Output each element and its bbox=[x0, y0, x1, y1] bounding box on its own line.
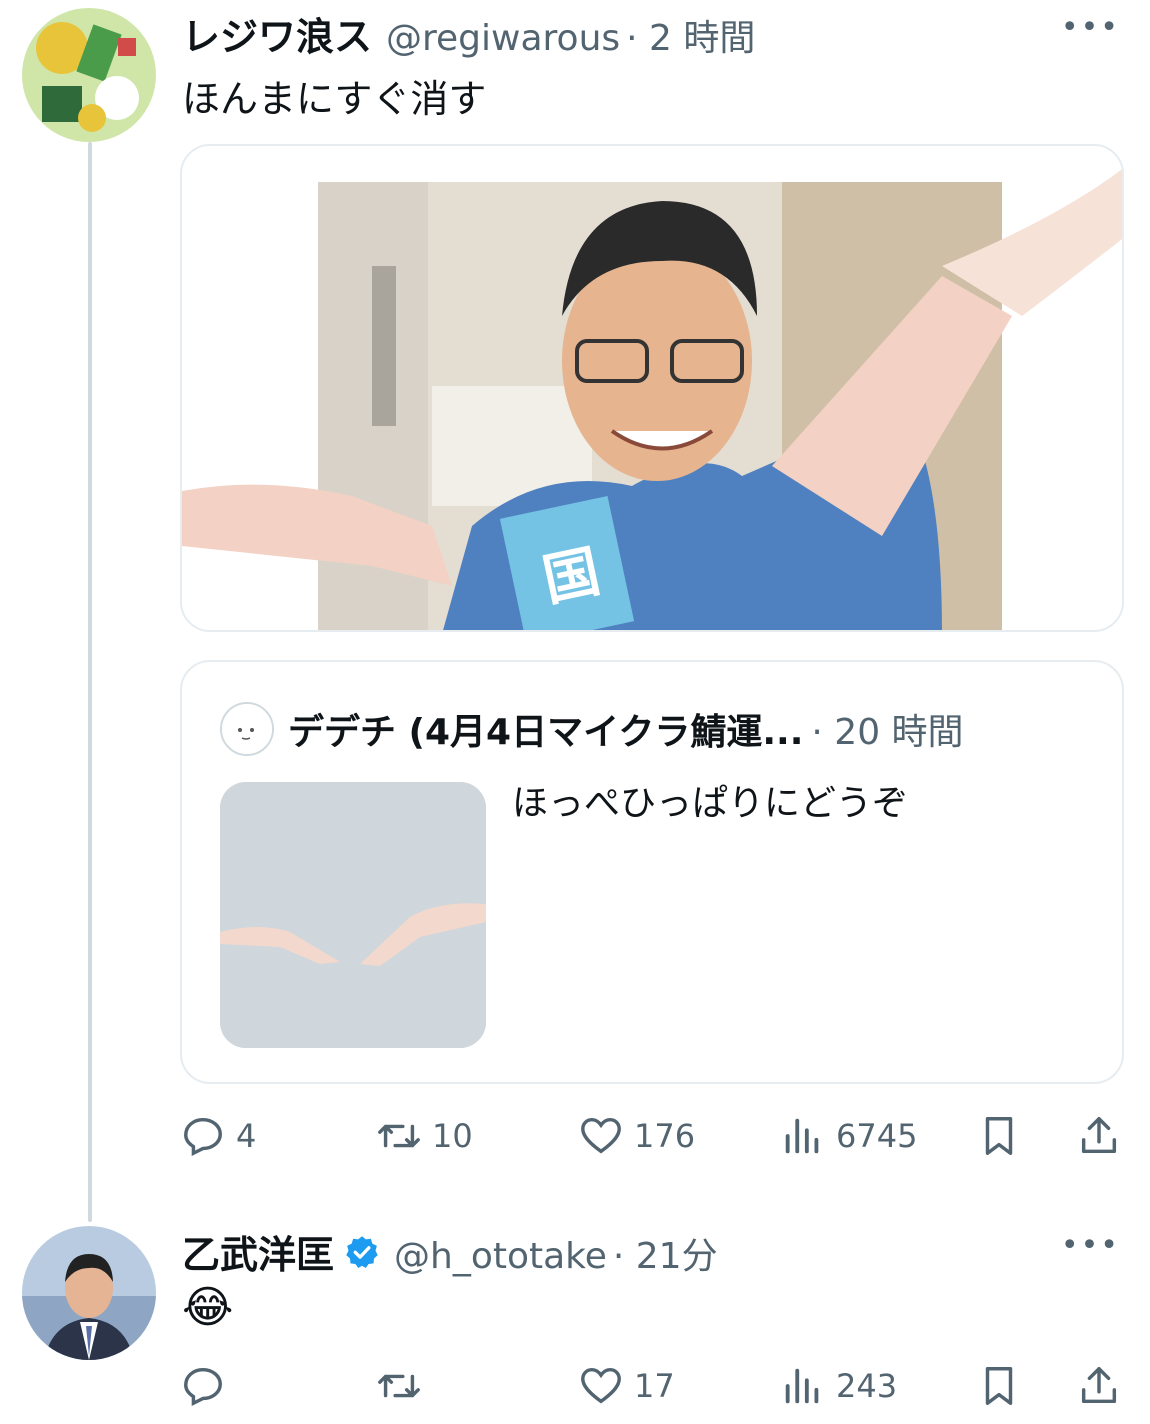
reply-button[interactable]: 4 bbox=[180, 1106, 256, 1166]
tweet-header: 乙武洋匡 @h_ototake · 21分 bbox=[182, 1224, 718, 1279]
reply-count: 4 bbox=[236, 1117, 257, 1155]
timestamp[interactable]: · 21分 bbox=[613, 1227, 718, 1279]
like-count: 17 bbox=[634, 1367, 675, 1405]
views-icon bbox=[785, 1118, 819, 1154]
quote-header: デデチ (4月4日マイクラ鯖運... · 20 時間 bbox=[220, 702, 964, 756]
user-handle[interactable]: @h_ototake bbox=[394, 1236, 607, 1277]
views-count: 243 bbox=[836, 1367, 898, 1405]
bookmark-icon bbox=[985, 1117, 1013, 1155]
like-icon bbox=[581, 1117, 621, 1154]
more-icon[interactable]: ••• bbox=[1061, 10, 1120, 45]
quote-display-name: デデチ (4月4日マイクラ鯖運... bbox=[288, 712, 804, 753]
user-handle[interactable]: @regiwarous bbox=[386, 18, 620, 59]
reply-icon bbox=[184, 1117, 222, 1157]
like-count: 176 bbox=[634, 1117, 696, 1155]
quote-text: ほっぺひっぱりにどうぞ bbox=[512, 783, 909, 824]
like-button[interactable]: 17 bbox=[578, 1356, 675, 1416]
views-button[interactable]: 243 bbox=[780, 1356, 897, 1416]
tweet-header: レジワ浪ス @regiwarous · 2 時間 bbox=[182, 6, 755, 61]
retweet-button[interactable]: 10 bbox=[376, 1106, 473, 1166]
retweet-icon bbox=[378, 1374, 420, 1398]
more-icon[interactable]: ••• bbox=[1061, 1228, 1120, 1263]
thread-line bbox=[88, 142, 92, 1222]
share-icon bbox=[1081, 1117, 1117, 1154]
avatar[interactable] bbox=[22, 1226, 156, 1360]
quote-avatar bbox=[220, 702, 274, 756]
tweet-image[interactable]: 国 bbox=[180, 144, 1124, 632]
tweet-text: ほんまにすぐ消す bbox=[182, 77, 487, 121]
reply-icon bbox=[184, 1367, 222, 1407]
tweet-text: 😂 bbox=[182, 1282, 234, 1333]
views-icon bbox=[785, 1368, 819, 1404]
share-button[interactable] bbox=[1076, 1106, 1122, 1166]
views-button[interactable]: 6745 bbox=[780, 1106, 917, 1166]
quote-tweet[interactable]: デデチ (4月4日マイクラ鯖運... · 20 時間 ほっぺひっぱりにどうぞ bbox=[180, 660, 1124, 1084]
verified-icon bbox=[346, 1235, 378, 1268]
tweet-actions: 4 10 176 6745 bbox=[180, 1106, 1124, 1166]
quote-image bbox=[220, 782, 486, 1048]
bookmark-button[interactable] bbox=[976, 1106, 1022, 1166]
quote-timestamp: · 20 時間 bbox=[811, 712, 964, 753]
share-icon bbox=[1081, 1367, 1117, 1404]
retweet-icon bbox=[378, 1124, 420, 1148]
views-count: 6745 bbox=[836, 1117, 918, 1155]
display-name[interactable]: レジワ浪ス bbox=[182, 6, 372, 61]
display-name[interactable]: 乙武洋匡 bbox=[182, 1224, 334, 1279]
retweet-count: 10 bbox=[432, 1117, 473, 1155]
avatar[interactable] bbox=[22, 8, 156, 142]
retweet-button[interactable] bbox=[376, 1356, 432, 1416]
bookmark-icon bbox=[985, 1367, 1013, 1405]
timestamp[interactable]: · 2 時間 bbox=[626, 9, 755, 61]
like-icon bbox=[581, 1367, 621, 1404]
like-button[interactable]: 176 bbox=[578, 1106, 695, 1166]
share-button[interactable] bbox=[1076, 1356, 1122, 1416]
tweet-actions: 17 243 bbox=[180, 1356, 1124, 1416]
bookmark-button[interactable] bbox=[976, 1356, 1022, 1416]
reply-button[interactable] bbox=[180, 1356, 236, 1416]
